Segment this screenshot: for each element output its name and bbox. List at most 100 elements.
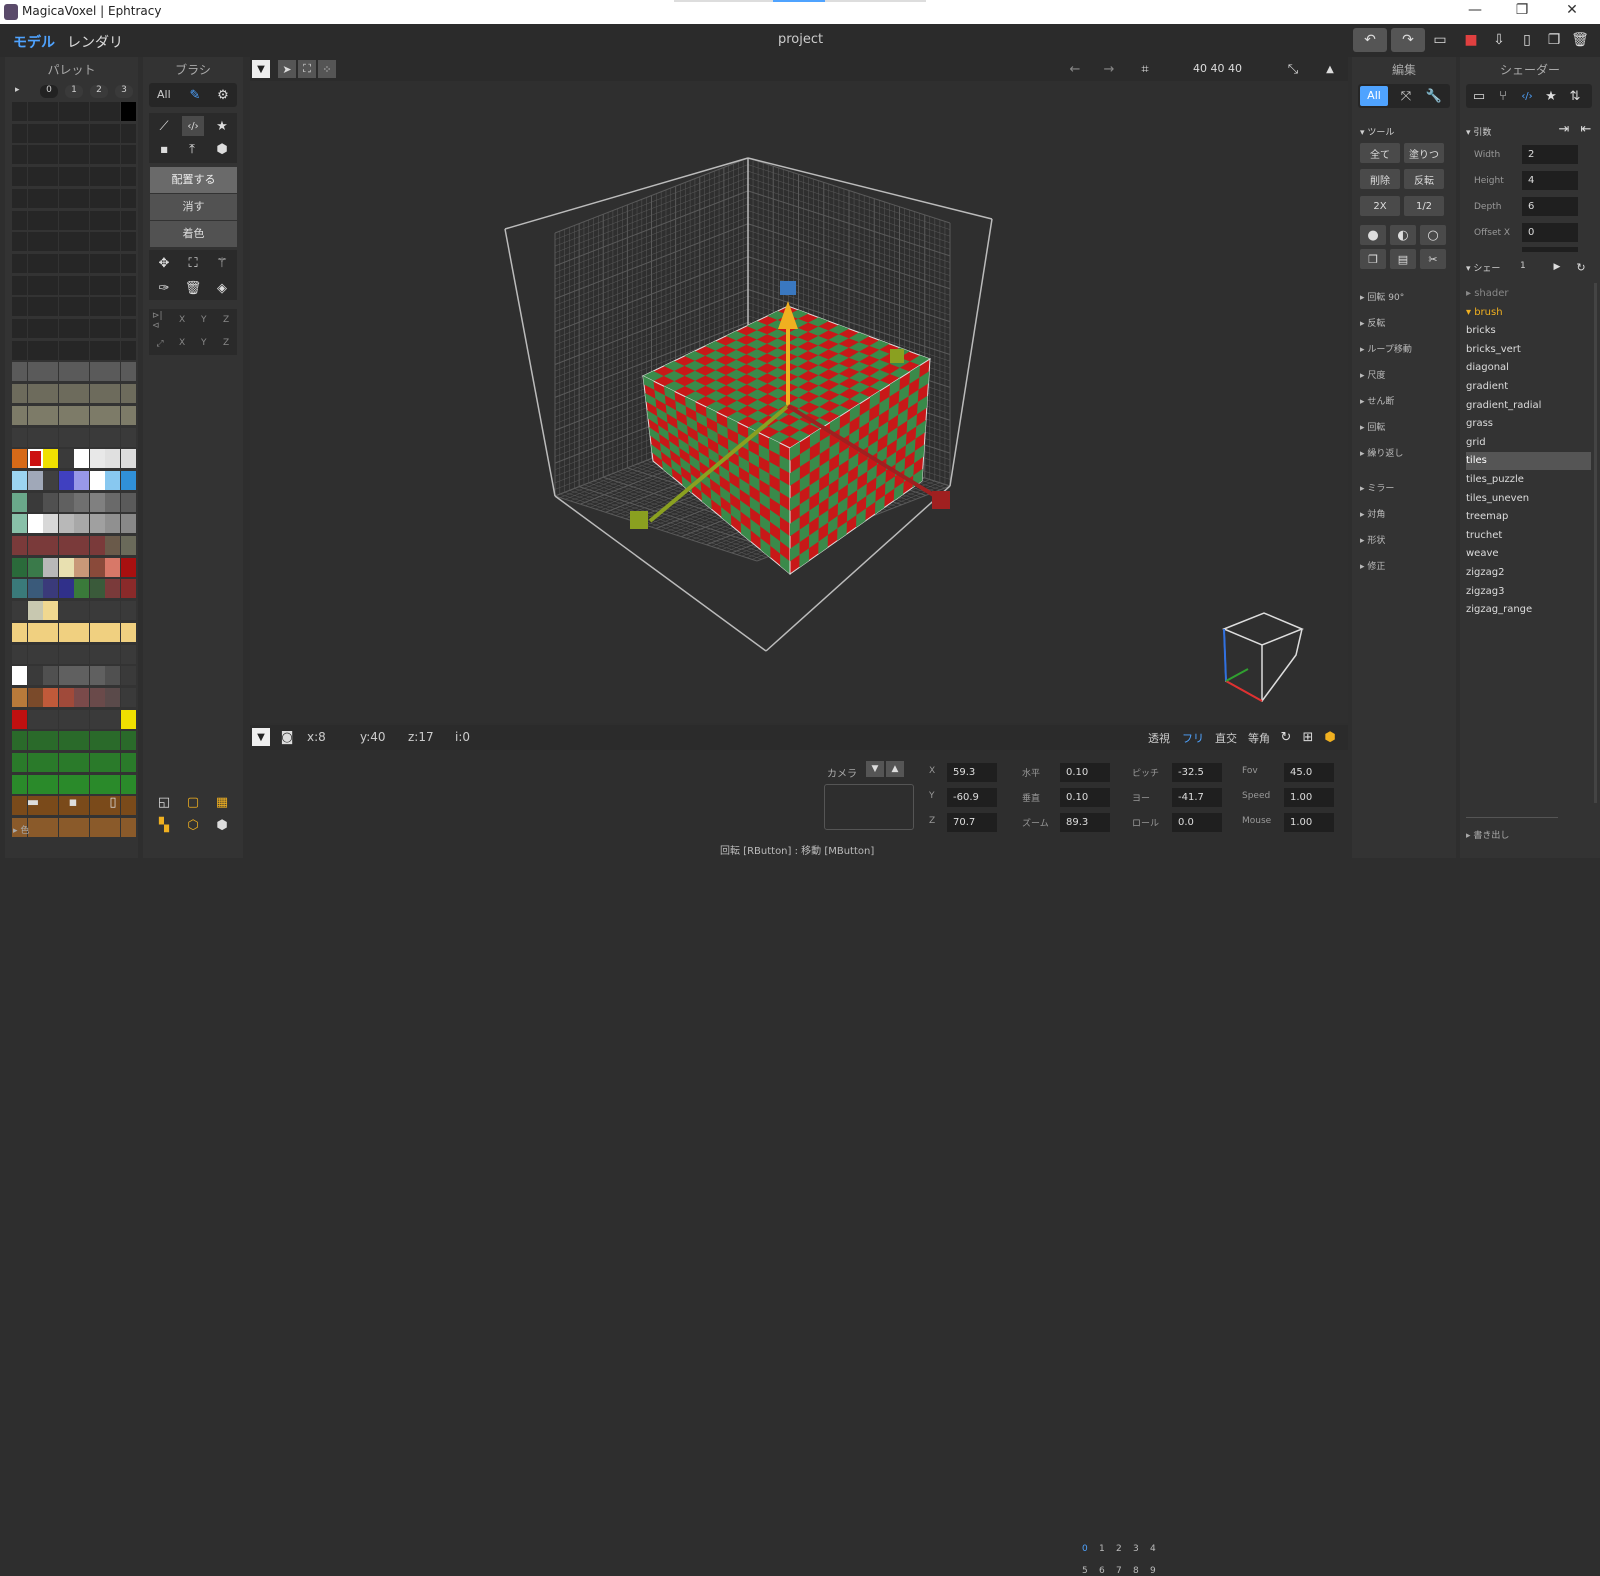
color-swatch[interactable] [27,253,43,273]
color-section-toggle[interactable]: ▸ 色 [13,823,29,836]
color-swatch[interactable] [105,644,120,664]
color-swatch[interactable] [74,275,89,295]
color-swatch[interactable] [89,557,105,577]
color-swatch[interactable] [74,123,89,143]
color-swatch[interactable] [12,731,27,751]
color-swatch[interactable] [43,579,58,599]
color-swatch[interactable] [58,232,74,252]
color-swatch[interactable] [105,666,120,686]
color-swatch[interactable] [27,753,43,772]
color-swatch[interactable] [89,818,105,838]
color-swatch[interactable] [27,514,43,534]
color-swatch[interactable] [89,210,105,230]
camera-slot-2[interactable]: 2 [1116,1544,1122,1554]
mirror-y[interactable]: Y [201,315,207,325]
color-swatch[interactable] [89,297,105,317]
color-swatch[interactable] [12,319,27,338]
copy-file-icon[interactable]: ❐ [1542,28,1566,52]
color-swatch[interactable] [43,123,58,143]
color-swatch[interactable] [89,666,105,686]
color-swatch[interactable] [12,362,27,382]
shader-item-truchet[interactable]: truchet [1466,527,1591,545]
mouse-field[interactable]: 1.00 [1284,813,1334,832]
color-swatch[interactable] [89,601,105,621]
vertical-field[interactable]: 0.10 [1060,788,1110,807]
paint-mode-button[interactable]: 着色 [150,221,237,247]
color-swatch[interactable] [27,536,43,555]
color-swatch[interactable] [27,622,43,642]
color-swatch[interactable] [12,514,27,534]
edit-transform-icon[interactable]: ⤧ [1396,86,1416,106]
color-swatch[interactable] [27,818,43,838]
color-swatch[interactable] [74,557,89,577]
color-swatch[interactable] [105,188,120,208]
color-swatch[interactable] [120,340,136,360]
brush-all-tab[interactable]: All [157,88,171,101]
select-box-icon[interactable]: ⛶ [183,253,203,273]
color-swatch[interactable] [43,340,58,360]
brush-line-icon[interactable]: ⟋ [154,116,174,136]
color-swatch[interactable] [43,731,58,751]
color-swatch[interactable] [43,536,58,555]
axis-z[interactable]: Z [223,338,229,348]
minimize-button[interactable]: — [1465,2,1485,18]
shader-run-icon[interactable]: ▶ [1550,260,1564,274]
color-swatch[interactable] [105,753,120,772]
palette-page-3[interactable]: 3 [115,85,133,98]
color-swatch[interactable] [120,601,136,621]
color-swatch[interactable] [58,210,74,230]
mirror-z[interactable]: Z [223,315,229,325]
color-swatch[interactable] [58,644,74,664]
shader-item-zigzag_range[interactable]: zigzag_range [1466,601,1591,619]
color-swatch[interactable] [74,253,89,273]
color-swatch[interactable] [120,731,136,751]
shader-reload-icon[interactable]: ↻ [1574,260,1588,274]
color-swatch[interactable] [105,622,120,642]
color-swatch[interactable] [12,557,27,577]
color-swatch[interactable] [120,297,136,317]
layout-icon[interactable]: ▚ [155,817,173,833]
color-swatch[interactable] [43,362,58,382]
section-flip[interactable]: ▸ 反転 [1360,316,1385,329]
color-swatch[interactable] [58,753,74,772]
section-repeat[interactable]: ▸ 繰り返し [1360,446,1403,459]
color-swatch[interactable] [105,601,120,621]
export-section[interactable]: ▸ 書き出し [1466,828,1509,841]
color-swatch[interactable] [58,253,74,273]
color-swatch[interactable] [43,709,58,729]
color-swatch[interactable] [58,319,74,338]
color-swatch[interactable] [27,275,43,295]
sphere-hollow-icon[interactable]: ○ [1420,225,1446,245]
color-swatch[interactable] [27,427,43,447]
erase-mode-button[interactable]: 消す [150,194,237,220]
scale-half-button[interactable]: 1/2 [1404,196,1444,216]
palette-page-0[interactable]: 0 [40,85,58,98]
fill-button[interactable]: 塗りつ [1404,143,1444,163]
camera-down-icon[interactable]: ▼ [866,761,884,777]
color-swatch[interactable] [43,492,58,512]
color-swatch[interactable] [89,275,105,295]
section-shape[interactable]: ▸ 形状 [1360,533,1385,546]
new-file-icon[interactable]: ▯ [1515,28,1539,52]
color-swatch[interactable] [120,492,136,512]
pointer-icon[interactable]: ➤ [278,60,296,78]
open-folder-icon[interactable]: ▭ [1428,28,1452,52]
shader-item-treemap[interactable]: treemap [1466,508,1591,526]
color-swatch[interactable] [120,275,136,295]
palette-page-1[interactable]: 1 [65,85,83,98]
color-swatch[interactable] [120,167,136,187]
color-swatch[interactable] [58,514,74,534]
brush-face-icon[interactable]: ⤒ [182,139,202,159]
color-swatch[interactable] [89,167,105,187]
palette-play-icon[interactable]: ▸ [15,85,20,95]
color-swatch[interactable] [58,774,74,794]
color-swatch[interactable] [43,470,58,490]
invert-button[interactable]: 反転 [1404,169,1444,189]
color-swatch[interactable] [12,167,27,187]
shader-code-icon[interactable]: ‹/› [1518,86,1536,106]
color-swatch[interactable] [12,753,27,772]
color-swatch[interactable] [58,188,74,208]
shader-sort-icon[interactable]: ⇅ [1566,86,1584,106]
color-swatch[interactable] [105,427,120,447]
color-swatch[interactable] [89,449,105,469]
